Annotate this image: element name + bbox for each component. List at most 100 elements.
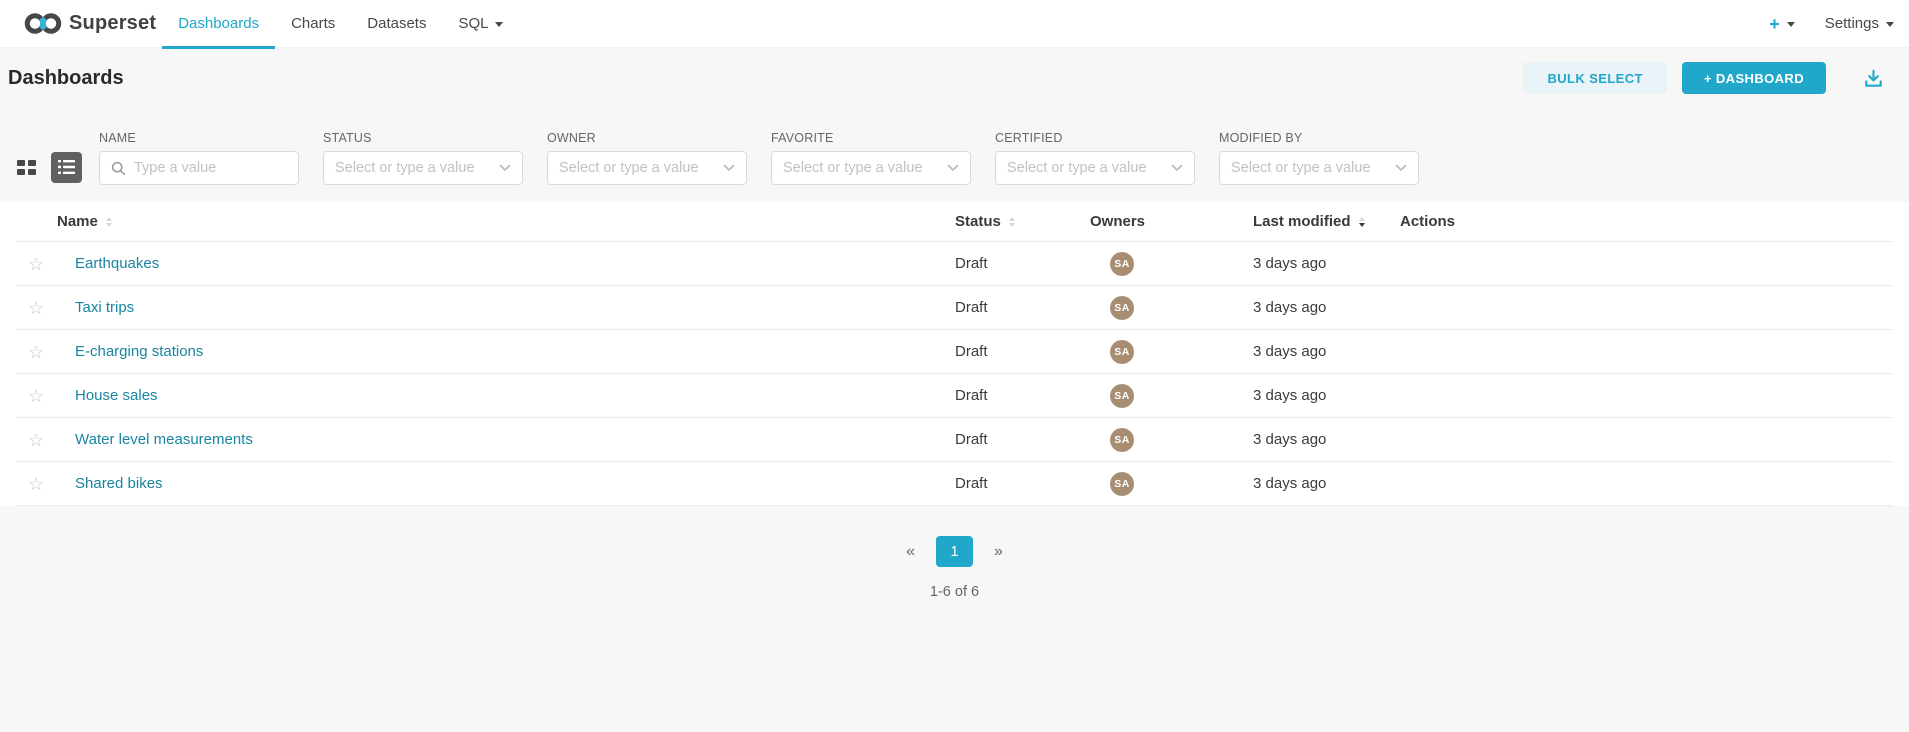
superset-brand[interactable]: Superset: [24, 0, 156, 47]
nav-item-sql[interactable]: SQL: [442, 0, 519, 47]
owner-avatar[interactable]: SA: [1110, 340, 1134, 364]
chevron-down-icon: [1395, 164, 1407, 172]
plus-icon: +: [1769, 15, 1780, 33]
favorite-star-icon[interactable]: ☆: [16, 475, 57, 493]
list-view-button[interactable]: [51, 152, 82, 183]
table-row: ☆ Earthquakes Draft SA 3 days ago: [16, 242, 1893, 286]
filter-label: OWNER: [547, 131, 747, 145]
last-modified-text: 3 days ago: [1253, 387, 1400, 404]
favorite-star-icon[interactable]: ☆: [16, 387, 57, 405]
new-dashboard-button[interactable]: + DASHBOARD: [1682, 62, 1826, 94]
list-icon: [58, 160, 75, 174]
new-item-menu-button[interactable]: +: [1769, 15, 1795, 33]
next-page-button[interactable]: »: [994, 543, 1003, 561]
status-select[interactable]: Select or type a value: [323, 151, 523, 185]
name-search-input[interactable]: [134, 160, 287, 176]
column-header-status[interactable]: Status: [955, 213, 1090, 230]
import-dashboards-button[interactable]: [1862, 67, 1885, 90]
status-text: Draft: [955, 343, 1090, 360]
certified-select[interactable]: Select or type a value: [995, 151, 1195, 185]
grid-icon: [17, 159, 36, 176]
main-nav: Dashboards Charts Datasets SQL: [162, 0, 519, 47]
sort-desc-icon: [1359, 217, 1365, 227]
chevron-down-icon: [723, 164, 735, 172]
favorite-star-icon[interactable]: ☆: [16, 299, 57, 317]
sort-icon: [106, 217, 112, 227]
filter-status: STATUS Select or type a value: [323, 131, 523, 185]
filter-modified-by: MODIFIED BY Select or type a value: [1219, 131, 1419, 185]
page-header: Dashboards BULK SELECT + DASHBOARD: [0, 49, 1909, 107]
column-header-owners: Owners: [1090, 213, 1253, 230]
name-search-box: [99, 151, 299, 185]
favorite-select[interactable]: Select or type a value: [771, 151, 971, 185]
sort-icon: [1009, 217, 1015, 227]
table-row: ☆ Taxi trips Draft SA 3 days ago: [16, 286, 1893, 330]
pagination-summary: 1-6 of 6: [0, 584, 1909, 600]
nav-item-dashboards[interactable]: Dashboards: [162, 0, 275, 47]
top-navbar: Superset Dashboards Charts Datasets SQL …: [0, 0, 1909, 49]
favorite-star-icon[interactable]: ☆: [16, 343, 57, 361]
nav-item-sql-label: SQL: [458, 15, 488, 32]
dashboard-link[interactable]: Shared bikes: [75, 475, 163, 492]
card-view-button[interactable]: [17, 159, 36, 176]
dashboard-link[interactable]: House sales: [75, 387, 158, 404]
dashboard-link[interactable]: E-charging stations: [75, 343, 203, 360]
column-header-name[interactable]: Name: [57, 213, 955, 230]
chevron-down-icon: [1171, 164, 1183, 172]
navbar-right: + Settings: [1769, 0, 1909, 47]
table-row: ☆ Shared bikes Draft SA 3 days ago: [16, 462, 1893, 506]
filter-bar: NAME STATUS Select or type a value OWNER…: [0, 107, 1909, 185]
status-text: Draft: [955, 299, 1090, 316]
bulk-select-button[interactable]: BULK SELECT: [1523, 62, 1666, 94]
filter-favorite: FAVORITE Select or type a value: [771, 131, 971, 185]
header-actions: BULK SELECT + DASHBOARD: [1523, 62, 1885, 94]
filter-owner: OWNER Select or type a value: [547, 131, 747, 185]
status-text: Draft: [955, 255, 1090, 272]
owner-avatar[interactable]: SA: [1110, 428, 1134, 452]
filter-label: CERTIFIED: [995, 131, 1195, 145]
filter-name: NAME: [99, 131, 299, 185]
dashboard-link[interactable]: Water level measurements: [75, 431, 253, 448]
table-row: ☆ E-charging stations Draft SA 3 days ag…: [16, 330, 1893, 374]
chevron-down-icon: [499, 164, 511, 172]
dashboard-link[interactable]: Taxi trips: [75, 299, 134, 316]
modified-by-select[interactable]: Select or type a value: [1219, 151, 1419, 185]
filter-certified: CERTIFIED Select or type a value: [995, 131, 1195, 185]
last-modified-text: 3 days ago: [1253, 475, 1400, 492]
column-header-actions: Actions: [1400, 213, 1893, 230]
owner-avatar[interactable]: SA: [1110, 472, 1134, 496]
brand-name: Superset: [69, 12, 156, 35]
settings-menu-button[interactable]: Settings: [1825, 15, 1894, 32]
owner-select[interactable]: Select or type a value: [547, 151, 747, 185]
status-text: Draft: [955, 387, 1090, 404]
status-text: Draft: [955, 431, 1090, 448]
column-header-last-modified[interactable]: Last modified: [1253, 213, 1400, 230]
filter-label: STATUS: [323, 131, 523, 145]
favorite-star-icon[interactable]: ☆: [16, 255, 57, 273]
dashboard-link[interactable]: Earthquakes: [75, 255, 159, 272]
last-modified-text: 3 days ago: [1253, 343, 1400, 360]
view-toggles: [17, 150, 82, 184]
owner-avatar[interactable]: SA: [1110, 252, 1134, 276]
search-icon: [111, 161, 126, 176]
owner-avatar[interactable]: SA: [1110, 296, 1134, 320]
status-text: Draft: [955, 475, 1090, 492]
chevron-down-icon: [947, 164, 959, 172]
prev-page-button[interactable]: «: [906, 543, 915, 561]
nav-item-datasets[interactable]: Datasets: [351, 0, 442, 47]
owner-avatar[interactable]: SA: [1110, 384, 1134, 408]
filter-label: MODIFIED BY: [1219, 131, 1419, 145]
filter-label: FAVORITE: [771, 131, 971, 145]
page-title: Dashboards: [8, 67, 124, 90]
chevron-down-icon: [1886, 22, 1894, 31]
settings-label: Settings: [1825, 15, 1879, 32]
chevron-down-icon: [1787, 22, 1795, 31]
current-page-button[interactable]: 1: [936, 536, 973, 567]
last-modified-text: 3 days ago: [1253, 431, 1400, 448]
filter-label: NAME: [99, 131, 299, 145]
favorite-star-icon[interactable]: ☆: [16, 431, 57, 449]
superset-logo-icon: [24, 11, 62, 36]
dashboards-table: Name Status Owners Last modified Actions…: [0, 202, 1909, 506]
nav-item-charts[interactable]: Charts: [275, 0, 351, 47]
last-modified-text: 3 days ago: [1253, 255, 1400, 272]
